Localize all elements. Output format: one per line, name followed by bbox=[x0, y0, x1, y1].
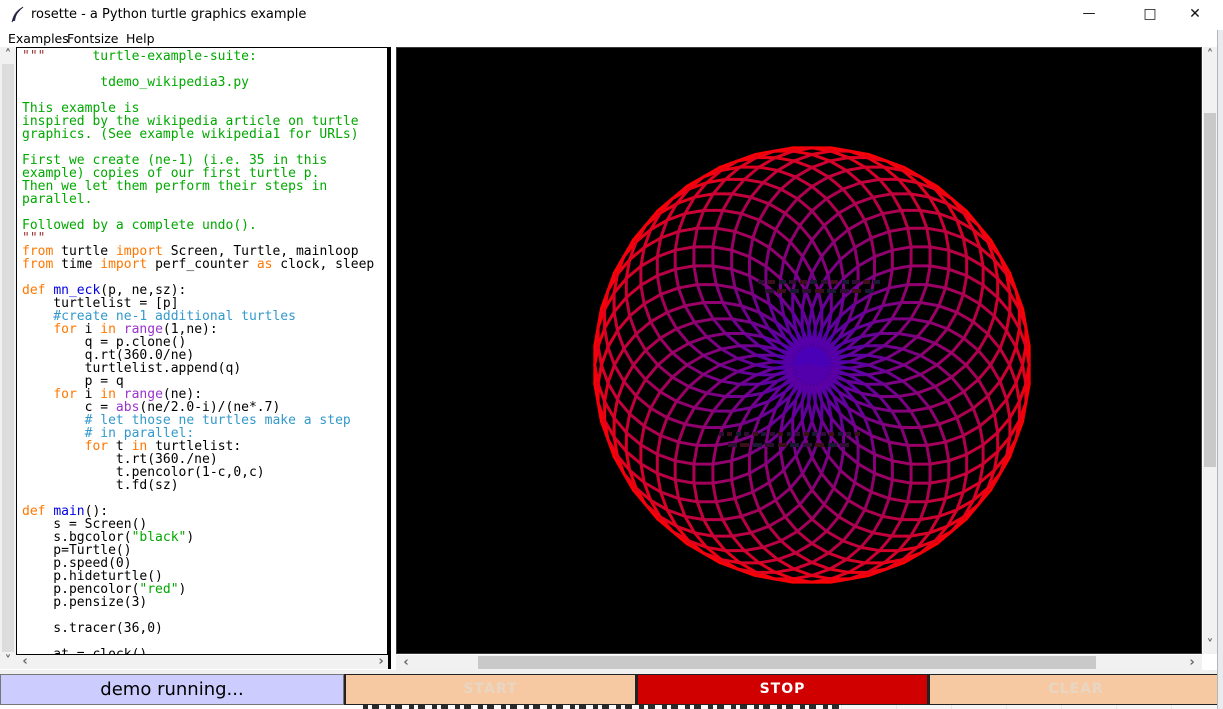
clear-button[interactable]: CLEAR bbox=[928, 674, 1223, 705]
rosette-drawing bbox=[397, 48, 1201, 653]
scroll-up-icon[interactable]: ˄ bbox=[0, 49, 16, 62]
scroll-down-icon[interactable]: ˅ bbox=[0, 655, 16, 668]
canvas-hscroll-thumb[interactable] bbox=[478, 656, 1096, 669]
canvas-vertical-scrollbar[interactable]: ˄ ˅ bbox=[1203, 47, 1217, 654]
app-feather-icon bbox=[10, 6, 25, 23]
background-window-sliver bbox=[1217, 30, 1223, 709]
scroll-up-icon[interactable]: ˄ bbox=[1203, 49, 1217, 62]
scroll-right-icon[interactable]: › bbox=[1185, 656, 1199, 669]
scroll-right-icon[interactable]: › bbox=[374, 655, 388, 668]
code-vertical-scrollbar[interactable]: ˄ ˅ bbox=[0, 47, 16, 669]
maximize-button[interactable]: □ bbox=[1127, 0, 1173, 28]
stop-button[interactable]: STOP bbox=[636, 674, 928, 705]
scroll-left-icon[interactable]: ‹ bbox=[18, 655, 32, 668]
canvas-vscroll-thumb[interactable] bbox=[1204, 113, 1216, 467]
start-button[interactable]: START bbox=[344, 674, 636, 705]
menu-fontsize[interactable]: Fontsize bbox=[64, 30, 121, 47]
title-bar: rosette - a Python turtle graphics examp… bbox=[0, 0, 1223, 28]
minimize-button[interactable]: — bbox=[1066, 0, 1112, 28]
canvas-horizontal-scrollbar[interactable]: ‹ › bbox=[396, 655, 1202, 670]
code-horizontal-scrollbar[interactable]: ‹ › bbox=[16, 655, 390, 669]
status-bar: demo running... START STOP CLEAR bbox=[0, 674, 1223, 705]
taskbar-sliver bbox=[363, 705, 841, 709]
code-text[interactable]: """ turtle-example-suite: tdemo_wikipedi… bbox=[17, 48, 387, 655]
status-message: demo running... bbox=[0, 674, 344, 705]
scroll-down-icon[interactable]: ˅ bbox=[1203, 639, 1217, 652]
menu-bar: Examples Fontsize Help bbox=[0, 28, 1223, 47]
code-panel[interactable]: """ turtle-example-suite: tdemo_wikipedi… bbox=[16, 47, 388, 655]
menu-examples[interactable]: Examples bbox=[5, 30, 72, 47]
close-button[interactable]: ✕ bbox=[1172, 0, 1218, 28]
panel-separator bbox=[388, 47, 391, 669]
bottom-edge-strip bbox=[0, 705, 1223, 709]
menu-help[interactable]: Help bbox=[123, 30, 158, 47]
taskbar-cells bbox=[841, 705, 1223, 709]
turtle-canvas[interactable] bbox=[396, 47, 1202, 654]
scroll-left-icon[interactable]: ‹ bbox=[399, 656, 413, 669]
code-vscroll-thumb[interactable] bbox=[2, 64, 14, 652]
window-title: rosette - a Python turtle graphics examp… bbox=[31, 7, 306, 22]
